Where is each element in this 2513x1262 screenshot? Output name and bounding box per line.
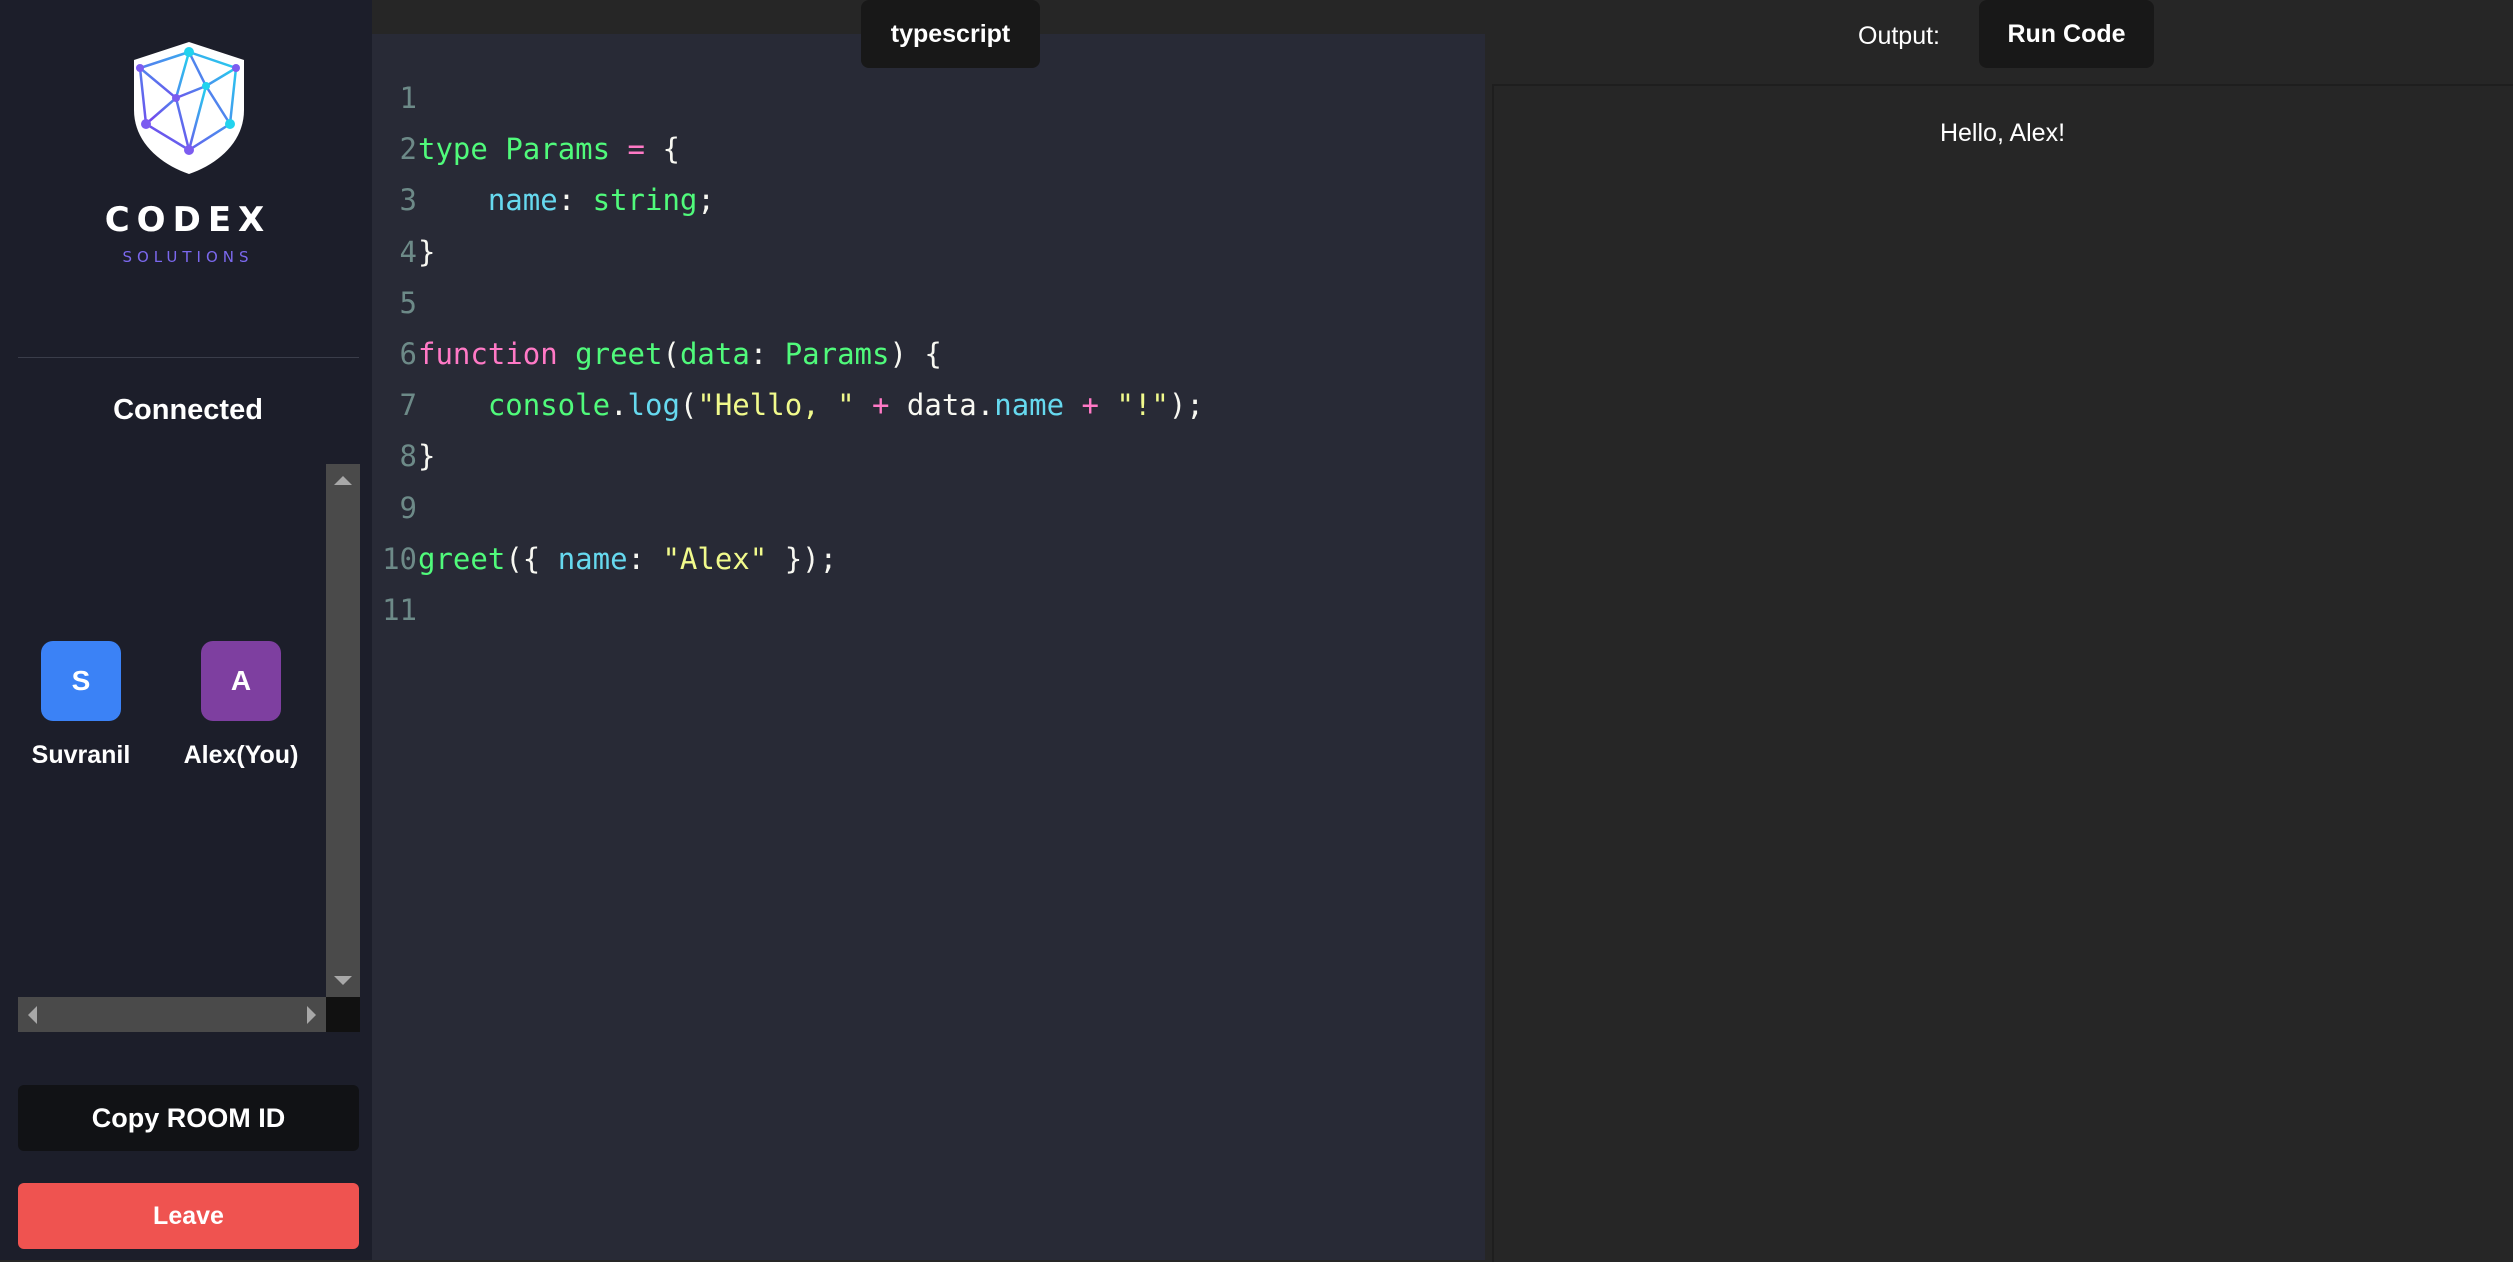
scroll-left-arrow-icon[interactable]: [28, 1006, 37, 1024]
code-line: 10 greet({ name: "Alex" });: [372, 534, 1204, 585]
avatar: A: [201, 641, 281, 721]
client-name: Alex(You): [183, 741, 299, 769]
code-line-text: name: string;: [487, 183, 715, 218]
line-number: 3: [399, 183, 417, 218]
code-line-text: console.log("Hello, " + data.name + "!")…: [487, 388, 1204, 423]
line-number: 9: [399, 490, 417, 525]
line-number: 4: [399, 234, 417, 269]
scroll-right-arrow-icon[interactable]: [307, 1006, 316, 1024]
code-line-text: type Params = {: [418, 132, 680, 167]
brand-subtitle: SOLUTIONS: [122, 248, 254, 266]
code-line: 2 type Params = {: [372, 124, 1204, 175]
connected-title: Connected: [113, 394, 263, 426]
language-select-button[interactable]: typescript: [861, 0, 1040, 68]
scrollbar-corner: [326, 997, 360, 1032]
line-number: 10: [382, 541, 417, 576]
output-panel: [1492, 84, 2513, 1262]
client-card: A Alex(You): [171, 641, 311, 770]
scroll-up-arrow-icon[interactable]: [334, 476, 352, 485]
code-line-text: }: [418, 439, 436, 474]
sidebar: CODEX SOLUTIONS Connected S Suvranil A A…: [0, 0, 372, 1260]
code-line: 7 console.log("Hello, " + data.name + "!…: [372, 380, 1204, 431]
code-line: 9: [372, 483, 1204, 534]
line-number: 2: [399, 132, 417, 167]
code-line: 8 }: [372, 431, 1204, 482]
line-number: 11: [382, 592, 417, 627]
output-text: Hello, Alex!: [1939, 119, 2066, 147]
code-line: 6 function greet(data: Params) {: [372, 329, 1204, 380]
code-line-text: greet({ name: "Alex" });: [418, 541, 838, 576]
client-card: S Suvranil: [11, 641, 151, 770]
vertical-scrollbar[interactable]: [326, 464, 360, 997]
line-number: 5: [399, 285, 417, 320]
code-line: 1: [372, 73, 1204, 124]
line-number: 8: [399, 439, 417, 474]
code-line-text: function greet(data: Params) {: [418, 336, 942, 371]
client-name: Suvranil: [31, 741, 131, 769]
avatar: S: [41, 641, 121, 721]
code-content[interactable]: 1 2 type Params = { 3 name: string; 4 } …: [372, 73, 1204, 636]
copy-room-id-button[interactable]: Copy ROOM ID: [18, 1085, 359, 1151]
line-number: 6: [399, 336, 417, 371]
run-code-button[interactable]: Run Code: [1979, 0, 2154, 68]
code-line: 3 name: string;: [372, 175, 1204, 226]
code-line: 4 }: [372, 227, 1204, 278]
codex-logo-icon: [134, 42, 244, 174]
code-line: 11: [372, 585, 1204, 636]
brand-name: CODEX: [104, 200, 272, 240]
code-line-text: }: [418, 234, 436, 269]
horizontal-scrollbar[interactable]: [18, 997, 326, 1032]
line-number: 1: [399, 81, 417, 115]
line-number: 7: [399, 388, 417, 423]
scroll-down-arrow-icon[interactable]: [334, 976, 352, 985]
leave-button[interactable]: Leave: [18, 1183, 359, 1249]
code-line: 5: [372, 278, 1204, 329]
sidebar-divider: [18, 357, 359, 358]
output-label: Output:: [1858, 22, 1940, 50]
